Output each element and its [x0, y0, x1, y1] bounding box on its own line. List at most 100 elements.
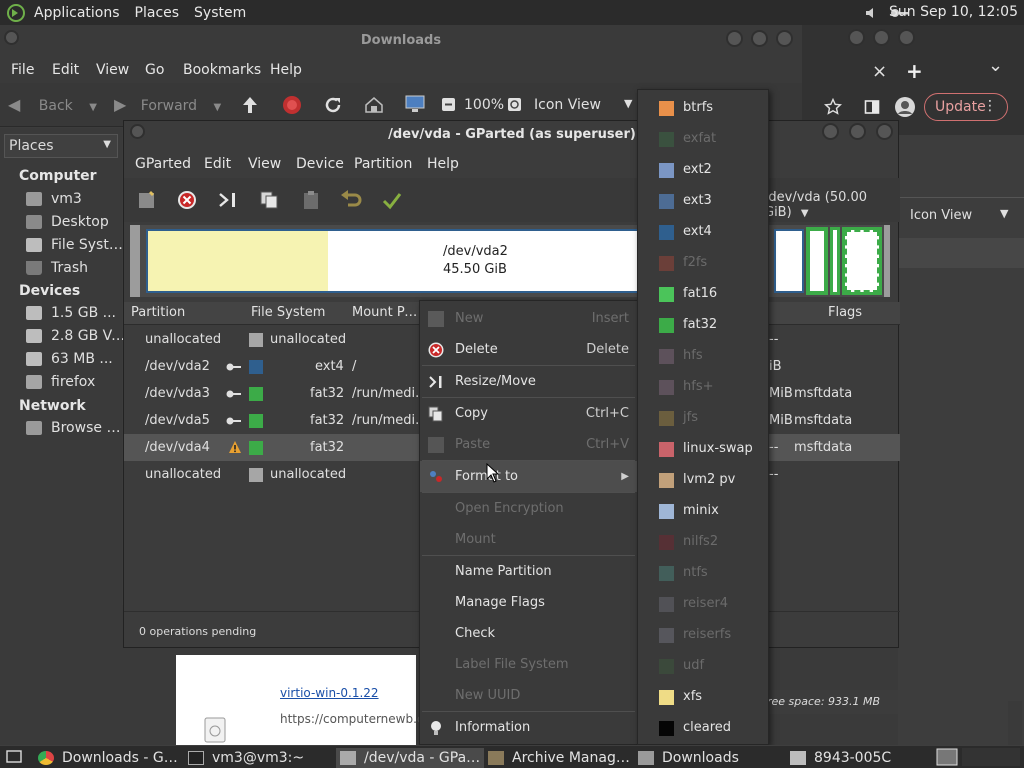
format-option-linux-swap[interactable]: linux-swap: [638, 433, 768, 464]
browser-maximize-button[interactable]: [873, 29, 890, 46]
chevron-down-icon[interactable]: ▼: [624, 97, 632, 110]
volume-icon[interactable]: [864, 5, 880, 21]
caja-menu-go[interactable]: Go: [145, 62, 164, 78]
gparted-shade-button[interactable]: [130, 124, 145, 139]
browser-minimize-button[interactable]: [848, 29, 865, 46]
column-mount-point[interactable]: Mount Point: [352, 305, 420, 320]
caja-view-mode-behind[interactable]: Icon View: [910, 208, 972, 223]
close-tab-icon[interactable]: ×: [872, 61, 887, 82]
resize-move-icon[interactable]: [218, 190, 238, 210]
taskbar-item-gparted[interactable]: /dev/vda - GPart...: [336, 748, 484, 768]
menu-item-copy[interactable]: Copy Ctrl+C: [420, 398, 637, 429]
graph-vda3[interactable]: [774, 229, 804, 293]
graph-vda2[interactable]: /dev/vda2 45.50 GiB: [146, 229, 641, 293]
format-option-ntfs[interactable]: ntfs: [638, 557, 768, 588]
caja-menu-bookmarks[interactable]: Bookmarks: [183, 62, 261, 78]
applications-menu[interactable]: Applications: [34, 5, 120, 21]
caja-menu-edit[interactable]: Edit: [52, 62, 79, 78]
zoom-level[interactable]: 100%: [464, 97, 504, 113]
column-flags[interactable]: Flags: [828, 305, 862, 320]
format-option-ext4[interactable]: ext4: [638, 216, 768, 247]
gparted-menu-edit[interactable]: Edit: [204, 156, 231, 172]
format-option-reiser4[interactable]: reiser4: [638, 588, 768, 619]
menu-item-label-file-system[interactable]: Label File System: [420, 649, 637, 680]
menu-item-resize-move[interactable]: Resize/Move: [420, 366, 637, 397]
caja-titlebar[interactable]: Downloads: [0, 25, 802, 57]
sidebar-item-volume-3[interactable]: 63 MB ...: [26, 349, 126, 369]
undo-icon[interactable]: [340, 190, 362, 210]
distro-logo-icon[interactable]: [6, 3, 26, 23]
menu-item-mount[interactable]: Mount: [420, 524, 637, 555]
format-option-btrfs[interactable]: btrfs: [638, 92, 768, 123]
taskbar-item-archive-manager[interactable]: Archive Manager: [488, 748, 630, 768]
caja-menu-help[interactable]: Help: [270, 62, 302, 78]
sidebar-item-browse-network[interactable]: Browse Net...: [26, 418, 126, 438]
sidebar-toggle-icon[interactable]: [864, 99, 880, 115]
bookmark-star-icon[interactable]: [824, 98, 842, 116]
format-option-fat32[interactable]: fat32: [638, 309, 768, 340]
gparted-maximize-button[interactable]: [849, 123, 866, 140]
gparted-close-button[interactable]: [876, 123, 893, 140]
places-menu[interactable]: Places: [135, 5, 180, 21]
graph-unallocated-left[interactable]: [130, 225, 140, 297]
graph-vda4-selected[interactable]: [842, 227, 882, 295]
new-partition-icon[interactable]: [137, 190, 157, 210]
gparted-menu-help[interactable]: Help: [427, 156, 459, 172]
sidebar-item-trash[interactable]: Trash: [26, 258, 126, 278]
graph-vda4[interactable]: [830, 227, 840, 295]
gparted-minimize-button[interactable]: [822, 123, 839, 140]
taskbar-item-downloads-chrome[interactable]: Downloads - Go...: [38, 748, 178, 768]
format-option-jfs[interactable]: jfs: [638, 402, 768, 433]
sidebar-item-volume-2[interactable]: 2.8 GB Volume: [26, 326, 126, 346]
sidebar-item-firefox[interactable]: firefox: [26, 372, 126, 392]
menu-item-information[interactable]: Information: [420, 712, 637, 743]
menu-item-check[interactable]: Check: [420, 618, 637, 649]
format-option-nilfs2[interactable]: nilfs2: [638, 526, 768, 557]
menu-item-new[interactable]: New Insert: [420, 303, 637, 334]
forward-button[interactable]: ▶ Forward ▼: [114, 95, 230, 117]
gparted-menu-gparted[interactable]: GParted: [135, 156, 191, 172]
clock[interactable]: Sun Sep 10, 12:05: [889, 4, 1018, 20]
menu-item-name-partition[interactable]: Name Partition: [420, 556, 637, 587]
menu-item-new-uuid[interactable]: New UUID: [420, 680, 637, 711]
format-option-ext2[interactable]: ext2: [638, 154, 768, 185]
menu-item-paste[interactable]: Paste Ctrl+V: [420, 429, 637, 460]
workspace-switcher-icon[interactable]: [936, 748, 958, 766]
paste-icon[interactable]: [301, 190, 321, 210]
workspace-switcher-empty[interactable]: [962, 748, 1020, 766]
computer-icon[interactable]: [404, 94, 426, 114]
caja-maximize-button[interactable]: [751, 30, 768, 47]
taskbar-item-volume[interactable]: 8943-005C: [790, 748, 930, 768]
sidebar-item-desktop[interactable]: Desktop: [26, 212, 126, 232]
new-tab-icon[interactable]: +: [906, 59, 923, 83]
delete-partition-icon[interactable]: [177, 190, 197, 210]
browser-menu-icon[interactable]: ⋮: [983, 98, 997, 114]
taskbar-item-downloads-caja[interactable]: Downloads: [638, 748, 778, 768]
download-link[interactable]: virtio-win-0.1.22: [280, 686, 379, 700]
stop-icon[interactable]: [282, 95, 302, 115]
tab-list-icon[interactable]: ⌄: [988, 55, 1003, 76]
caja-minimize-button[interactable]: [726, 30, 743, 47]
format-option-minix[interactable]: minix: [638, 495, 768, 526]
format-option-udf[interactable]: udf: [638, 650, 768, 681]
format-option-fat16[interactable]: fat16: [638, 278, 768, 309]
chevron-down-icon[interactable]: ▼: [1000, 207, 1008, 220]
taskbar-item-terminal[interactable]: vm3@vm3:~: [188, 748, 328, 768]
format-option-exfat[interactable]: exfat: [638, 123, 768, 154]
menu-item-manage-flags[interactable]: Manage Flags: [420, 587, 637, 618]
home-icon[interactable]: [364, 95, 384, 115]
browser-close-button[interactable]: [898, 29, 915, 46]
zoom-out-icon[interactable]: [441, 97, 456, 112]
format-option-reiserfs[interactable]: reiserfs: [638, 619, 768, 650]
sidebar-item-file-system[interactable]: File System: [26, 235, 126, 255]
back-button[interactable]: ◀ Back ▼: [8, 95, 98, 117]
device-selector[interactable]: /dev/vda (50.00 GiB) ▼: [764, 190, 894, 220]
show-desktop-icon[interactable]: [6, 749, 22, 765]
graph-unallocated-right[interactable]: [884, 225, 890, 297]
profile-avatar-icon[interactable]: [894, 96, 916, 118]
apply-icon[interactable]: [382, 190, 402, 210]
system-menu[interactable]: System: [194, 5, 246, 21]
menu-item-format-to[interactable]: Format to ▶: [420, 461, 637, 492]
graph-vda5[interactable]: [806, 227, 828, 295]
scrollbar-track[interactable]: [1008, 701, 1022, 745]
